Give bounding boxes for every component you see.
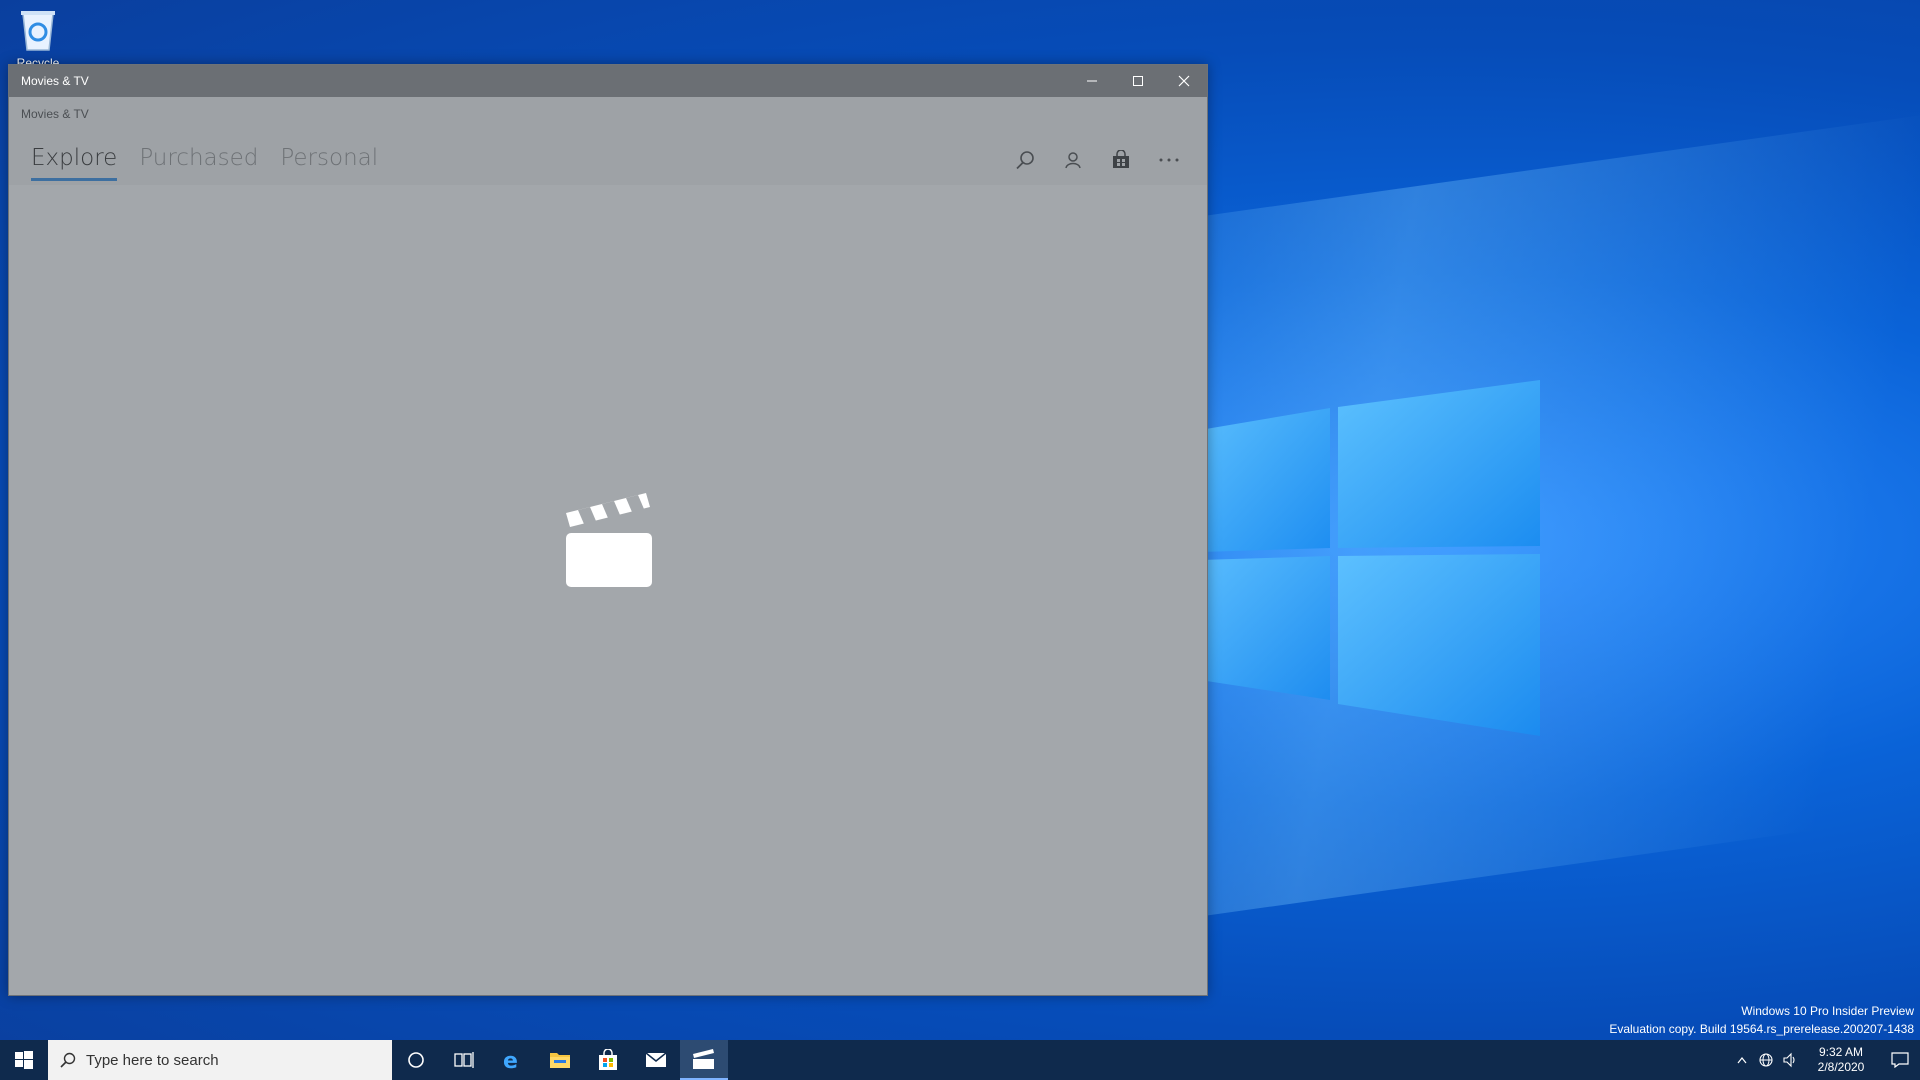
title-bar[interactable]: Movies & TV <box>9 65 1207 97</box>
task-view-button[interactable] <box>440 1040 488 1080</box>
close-button[interactable] <box>1161 65 1207 97</box>
file-explorer-app[interactable] <box>536 1040 584 1080</box>
store-icon <box>599 1049 617 1070</box>
header-actions <box>1001 143 1193 177</box>
tab-personal[interactable]: Personal <box>280 145 378 177</box>
system-tray: 9:32 AM 2/8/2020 <box>1730 1040 1920 1080</box>
mail-app[interactable] <box>632 1040 680 1080</box>
svg-text:e: e <box>503 1049 518 1071</box>
search-icon <box>1016 151 1034 170</box>
store-button[interactable] <box>1097 143 1145 177</box>
clock-date: 2/8/2020 <box>1817 1060 1865 1074</box>
maximize-icon <box>1133 76 1143 86</box>
maximize-button[interactable] <box>1115 65 1161 97</box>
app-name-label: Movies & TV <box>21 107 89 121</box>
start-button[interactable] <box>0 1040 48 1080</box>
windows-logo-wallpaper <box>1200 380 1540 736</box>
chevron-up-icon <box>1737 1057 1747 1064</box>
action-center-button[interactable] <box>1880 1040 1920 1080</box>
minimize-button[interactable] <box>1069 65 1115 97</box>
movies-tv-app[interactable] <box>680 1040 728 1080</box>
account-icon <box>1065 152 1081 169</box>
volume-icon <box>1783 1052 1795 1068</box>
task-view-icon <box>454 1052 474 1068</box>
close-icon <box>1178 75 1190 87</box>
edge-app[interactable]: e <box>488 1040 536 1080</box>
volume-button[interactable] <box>1778 1040 1802 1080</box>
search-icon <box>60 1052 76 1068</box>
nav-tabs: Explore Purchased Personal <box>31 145 378 181</box>
file-explorer-icon <box>550 1053 570 1068</box>
build-watermark-line2: Evaluation copy. Build 19564.rs_prerelea… <box>1609 1022 1914 1036</box>
cortana-icon <box>408 1052 424 1068</box>
clock[interactable]: 9:32 AM 2/8/2020 <box>1802 1045 1880 1075</box>
recycle-bin-icon <box>19 8 57 52</box>
network-button[interactable] <box>1754 1040 1778 1080</box>
search-placeholder: Type here to search <box>86 1051 219 1069</box>
clapperboard-icon <box>566 493 652 587</box>
edge-icon: e <box>503 1049 518 1071</box>
window-title: Movies & TV <box>21 74 89 88</box>
build-watermark-line1: Windows 10 Pro Insider Preview <box>1741 1004 1914 1018</box>
start-icon <box>15 1051 33 1069</box>
desktop: Recycle Bin Movies & TV Movies & TV Expl… <box>0 0 1920 1040</box>
cortana-button[interactable] <box>392 1040 440 1080</box>
search-button[interactable] <box>1001 143 1049 177</box>
taskbar-search-box[interactable]: Type here to search <box>48 1040 392 1080</box>
more-icon <box>1159 158 1179 162</box>
tab-explore[interactable]: Explore <box>31 145 118 181</box>
clock-time: 9:32 AM <box>1818 1045 1864 1059</box>
movies-tv-window[interactable]: Movies & TV Movies & TV Explore Purchase… <box>8 64 1208 996</box>
tab-purchased[interactable]: Purchased <box>139 145 258 177</box>
show-hidden-icons-button[interactable] <box>1730 1040 1754 1080</box>
mail-icon <box>645 1052 667 1067</box>
store-app[interactable] <box>584 1040 632 1080</box>
splash-content <box>9 185 1207 995</box>
network-icon <box>1759 1053 1773 1067</box>
taskbar: Type here to search e 9:32 AM 2/8/2020 <box>0 1040 1920 1080</box>
account-button[interactable] <box>1049 143 1097 177</box>
store-bag-icon <box>1113 150 1129 168</box>
notification-icon <box>1891 1052 1909 1068</box>
movies-tv-icon <box>693 1049 714 1069</box>
more-button[interactable] <box>1145 143 1193 177</box>
taskbar-apps: e <box>392 1040 728 1080</box>
app-header: Movies & TV Explore Purchased Personal <box>9 97 1207 185</box>
minimize-icon <box>1087 80 1097 82</box>
